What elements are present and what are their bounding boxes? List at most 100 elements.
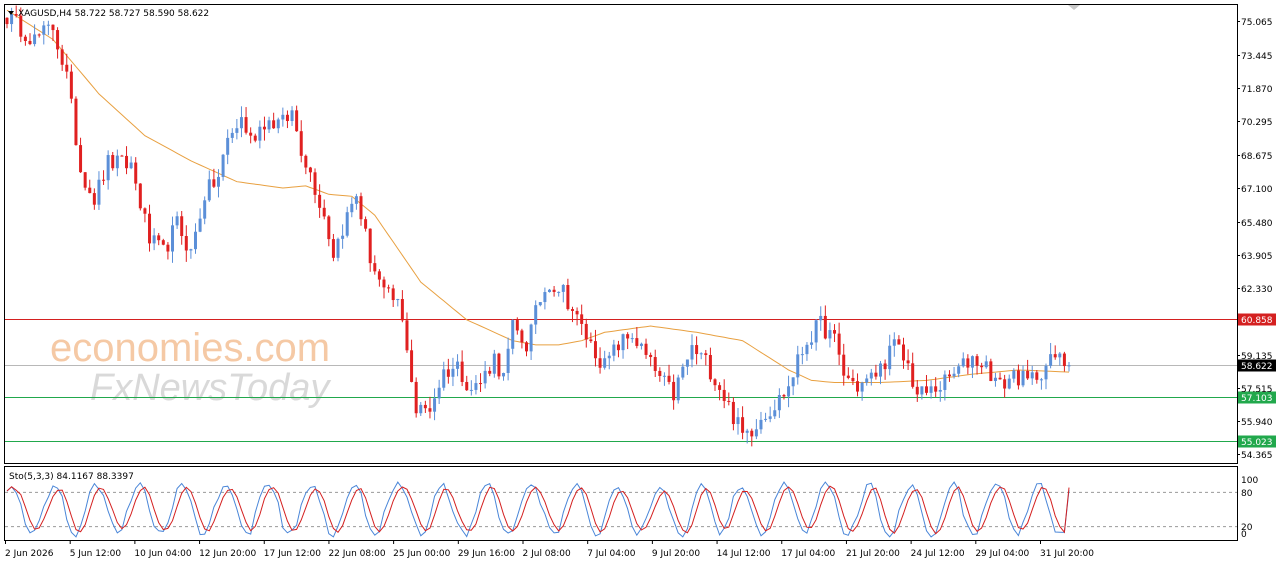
x-tick-label: 21 Jul 20:00 xyxy=(846,549,900,559)
candle-body xyxy=(368,228,372,264)
candle-body xyxy=(814,320,818,343)
candle-body xyxy=(796,354,800,378)
candle-body xyxy=(943,374,947,390)
candle-body xyxy=(690,345,694,360)
candle-body xyxy=(373,263,377,272)
candle-body xyxy=(626,334,630,339)
candle-body xyxy=(207,179,211,201)
time-axis: 2 Jun 2026 5 Jun 12:00 10 Jun 04:00 12 Jun … xyxy=(5,541,1094,559)
candle-body xyxy=(865,378,869,383)
candle-body xyxy=(1053,354,1057,358)
candle-body xyxy=(699,353,703,355)
candle-body xyxy=(253,135,257,141)
y-tick-label: 70.295 xyxy=(1241,118,1273,128)
candle-body xyxy=(120,155,124,157)
candle-body xyxy=(644,343,648,355)
candle-body xyxy=(879,363,883,377)
candle-body xyxy=(1067,365,1071,367)
candle-body xyxy=(846,375,850,378)
candle-body xyxy=(65,64,69,72)
candle-body xyxy=(423,404,427,409)
candle-body xyxy=(189,249,193,251)
candle-body xyxy=(515,320,519,331)
candle-body xyxy=(10,14,14,25)
candle-body xyxy=(161,240,165,245)
candle-body xyxy=(451,368,455,377)
candle-body xyxy=(856,381,860,392)
x-tick-label: 5 Jun 12:00 xyxy=(70,549,122,559)
x-tick-label: 14 Jul 12:00 xyxy=(717,549,771,559)
level-tag-support: 57.103 xyxy=(1241,394,1273,404)
chart-shift-marker-icon[interactable] xyxy=(1068,5,1080,10)
price-axis: 75.065 73.445 71.870 70.295 68.675 67.100 65.4… xyxy=(1237,18,1273,461)
candle-body xyxy=(580,314,584,324)
candle-body xyxy=(759,419,763,430)
candle-body xyxy=(400,299,404,321)
candle-body xyxy=(308,167,312,173)
candle-body xyxy=(874,372,878,377)
candle-body xyxy=(621,334,625,351)
candle-body xyxy=(741,417,745,433)
candle-body xyxy=(1049,354,1053,366)
candle-body xyxy=(433,398,437,412)
candle-body xyxy=(653,357,657,371)
candle-body xyxy=(46,24,50,26)
candle-body xyxy=(152,235,156,244)
candle-body xyxy=(327,216,331,240)
candle-body xyxy=(377,271,381,280)
candle-body xyxy=(934,386,938,392)
candle-body xyxy=(129,162,133,169)
candle-body xyxy=(479,383,483,385)
candle-body xyxy=(589,339,593,342)
candle-body xyxy=(336,238,340,258)
candle-body xyxy=(819,315,823,321)
watermark-line2: FxNewsToday xyxy=(90,367,331,409)
candle-body xyxy=(460,361,464,382)
candle-body xyxy=(718,385,722,390)
candle-body xyxy=(639,343,643,346)
candle-body xyxy=(230,132,234,138)
candle-body xyxy=(538,302,542,306)
candle-body xyxy=(1021,370,1025,386)
candle-body xyxy=(713,379,717,386)
candle-body xyxy=(322,207,326,217)
chart-window[interactable]: economies.com FxNewsToday 60.858 58.622 57… xyxy=(0,0,1280,567)
candle-body xyxy=(1003,379,1007,389)
candle-body xyxy=(134,162,138,184)
candle-body xyxy=(676,377,680,401)
candle-body xyxy=(635,338,639,346)
candle-body xyxy=(1058,353,1062,358)
candle-body xyxy=(681,366,685,378)
candle-body xyxy=(552,289,556,292)
candle-body xyxy=(547,289,551,293)
candle-body xyxy=(662,375,666,377)
candle-body xyxy=(984,361,988,368)
candle-body xyxy=(276,119,280,129)
y-tick-label: 59.135 xyxy=(1241,352,1273,362)
candle-body xyxy=(239,117,243,129)
candle-body xyxy=(92,193,96,205)
candle-body xyxy=(952,373,956,377)
candle-body xyxy=(42,25,46,35)
price-chart-svg[interactable]: economies.com FxNewsToday 60.858 58.622 57… xyxy=(0,0,1280,567)
candle-body xyxy=(143,208,147,214)
candle-body xyxy=(83,172,87,188)
candle-body xyxy=(56,30,60,50)
candle-body xyxy=(502,372,506,377)
candle-body xyxy=(405,320,409,351)
candle-body xyxy=(341,235,345,239)
x-tick-label: 22 Jun 08:00 xyxy=(328,549,385,559)
candle-body xyxy=(616,344,620,351)
candle-body xyxy=(313,172,317,195)
candle-body xyxy=(88,187,92,194)
candle-body xyxy=(727,400,731,402)
candle-body xyxy=(957,366,961,374)
candle-body xyxy=(525,342,529,352)
candle-body xyxy=(203,200,207,219)
candle-body xyxy=(989,361,993,382)
candle-body xyxy=(667,375,671,382)
stochastic-layer: 10080200 xyxy=(5,476,1258,540)
candle-body xyxy=(249,132,253,136)
level-tag-resistance: 60.858 xyxy=(1241,316,1273,326)
candle-body xyxy=(492,353,496,374)
